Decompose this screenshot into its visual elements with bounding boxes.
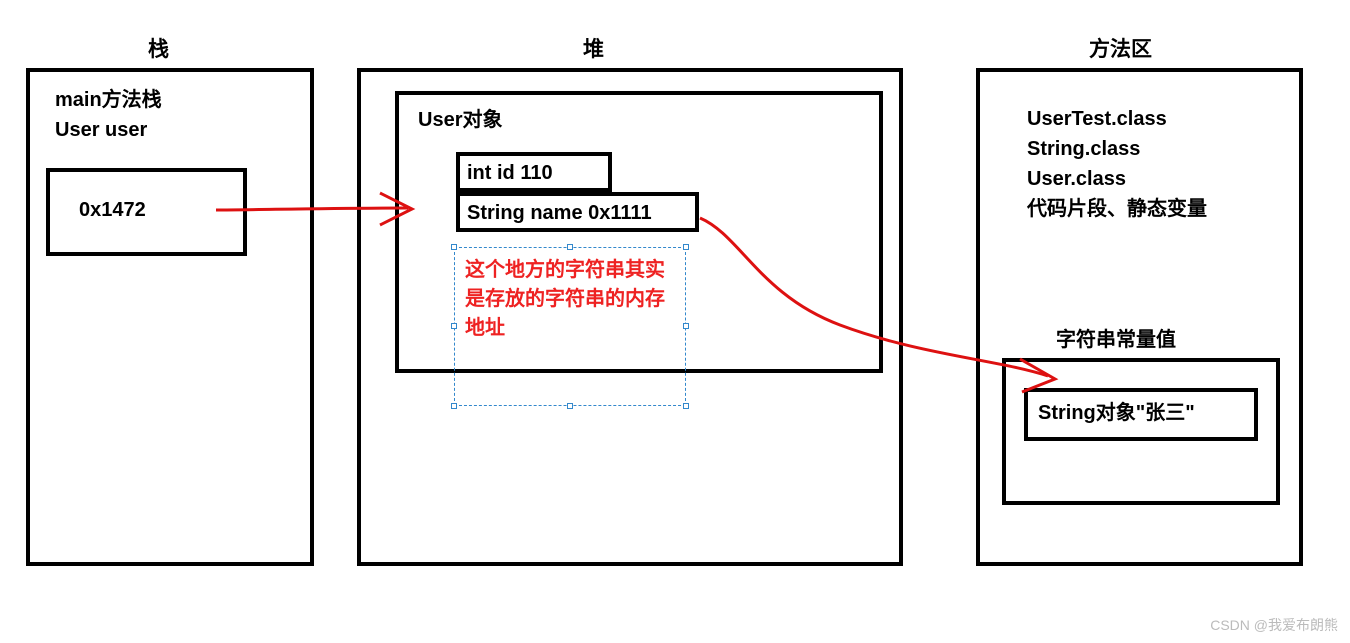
- diagram-canvas: 栈 堆 方法区 main方法栈 User user 0x1472 User对象 …: [0, 0, 1350, 643]
- watermark: CSDN @我爱布朗熊: [1210, 615, 1338, 635]
- arrow-heap-to-stringpool: [0, 0, 1350, 643]
